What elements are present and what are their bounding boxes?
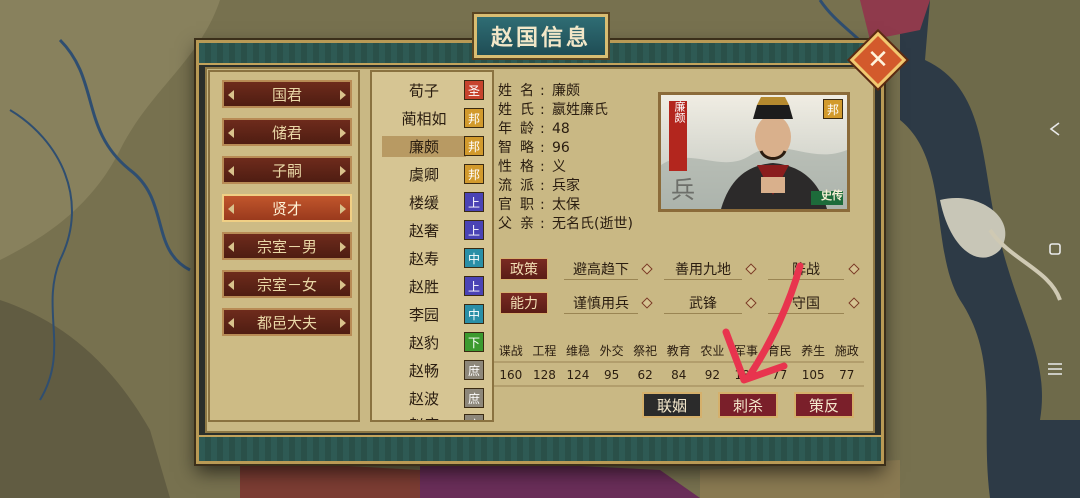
rank-badge: 下	[464, 332, 484, 352]
info-row-name: 姓名: 廉颇	[498, 83, 580, 99]
info-row-office: 官职: 太保	[498, 197, 580, 213]
stat-header: 祭祀	[633, 344, 658, 358]
person-name: 赵畅	[408, 362, 439, 380]
person-name: 楼缓	[408, 194, 439, 212]
stat-value: 62	[637, 368, 653, 382]
rank-badge: 圣	[464, 80, 484, 100]
policy-skill[interactable]: 避高趋下	[564, 258, 638, 280]
portrait-ribbon: 史传	[821, 189, 843, 202]
marriage-button[interactable]: 联姻	[642, 392, 702, 418]
info-row-age: 年龄: 48	[498, 121, 570, 137]
person-info: 姓名: 廉颇 姓氏: 嬴姓廉氏 年龄: 48 智略: 96 性格: 义 流派: 兵家 官职:…	[498, 80, 658, 232]
stat-value: 77	[839, 368, 855, 382]
stat-header: 谍战	[498, 344, 523, 358]
rank-badge: 庶	[464, 388, 484, 408]
dialog-title: 赵国信息	[474, 14, 608, 58]
ability-label: 能力	[500, 292, 548, 314]
stat-header: 维稳	[565, 344, 590, 358]
person-name: 蔺相如	[401, 110, 447, 128]
stat-header: 施政	[834, 344, 859, 358]
stat-header: 工程	[532, 344, 557, 358]
person-name: 赵波	[408, 390, 439, 408]
close-icon: ✕	[867, 45, 889, 75]
system-navigation-bar	[1030, 0, 1080, 498]
info-row-personality: 性格: 义	[498, 159, 566, 175]
rank-badge: 上	[464, 276, 484, 296]
recent-apps-icon[interactable]	[1040, 354, 1070, 384]
person-name: 赵豹	[408, 334, 439, 352]
ability-skill[interactable]: 谨慎用兵	[564, 292, 638, 314]
back-icon[interactable]	[1040, 114, 1070, 144]
rank-badge: 邦	[464, 164, 484, 184]
info-row-clan: 姓氏: 嬴姓廉氏	[498, 102, 608, 118]
category-royal-male[interactable]: 宗室－男	[222, 232, 352, 260]
info-row-school: 流派: 兵家	[498, 178, 580, 194]
info-value: 嬴姓廉氏	[552, 102, 608, 118]
portrait-rank-badge: 邦	[823, 99, 843, 119]
category-city-officials[interactable]: 都邑大夫	[222, 308, 352, 336]
incite-defection-button[interactable]: 策反	[794, 392, 854, 418]
info-value: 太保	[552, 197, 580, 213]
list-item[interactable]: 赵波 庶	[378, 386, 490, 410]
category-royal-female[interactable]: 宗室－女	[222, 270, 352, 298]
list-item[interactable]: 楼缓 上	[378, 190, 490, 214]
stat-value: 128	[532, 368, 556, 382]
person-name: 李园	[408, 306, 439, 324]
list-item[interactable]: 赵畅 庶	[378, 358, 490, 382]
person-name: 廉颇	[382, 136, 466, 157]
info-value: 96	[552, 140, 570, 156]
list-item[interactable]: 赵寿 中	[378, 246, 490, 270]
policy-label: 政策	[500, 258, 548, 280]
rank-badge: 邦	[464, 136, 484, 156]
home-icon[interactable]	[1040, 234, 1070, 264]
list-item[interactable]: 赵胜 上	[378, 274, 490, 298]
list-item[interactable]: 李园 中	[378, 302, 490, 326]
person-name: 赵胜	[408, 278, 439, 296]
info-value: 48	[552, 121, 570, 137]
category-heir[interactable]: 储君	[222, 118, 352, 146]
category-ruler[interactable]: 国君	[222, 80, 352, 108]
list-item[interactable]: 赵豹 下	[378, 330, 490, 354]
info-value: 兵家	[552, 178, 580, 194]
stat-value: 160	[499, 368, 523, 382]
portrait-corner-char: 兵	[671, 176, 695, 204]
info-row-intellect: 智略: 96	[498, 140, 570, 156]
list-item[interactable]: 虞卿 邦	[378, 162, 490, 186]
stat-header: 外交	[599, 344, 624, 358]
dialog-bottom-band	[199, 435, 881, 461]
info-value: 义	[552, 159, 566, 175]
stat-value: 84	[671, 368, 687, 382]
rank-badge: 中	[464, 304, 484, 324]
person-name: 虞卿	[408, 166, 439, 184]
rank-badge: 上	[464, 220, 484, 240]
person-name: 荀子	[408, 82, 439, 100]
info-value: 廉颇	[552, 83, 580, 99]
list-item[interactable]: 赵奢 上	[378, 218, 490, 242]
stat-value: 95	[603, 368, 620, 382]
category-children[interactable]: 子嗣	[222, 156, 352, 184]
list-item-selected[interactable]: 廉颇 邦	[378, 134, 490, 158]
info-value: 无名氏(逝世)	[552, 216, 633, 232]
rank-badge: 邦	[464, 108, 484, 128]
list-item[interactable]: 赵庶 庶	[378, 412, 490, 420]
rank-badge: 中	[464, 248, 484, 268]
stat-value: 124	[566, 368, 590, 382]
stat-header: 教育	[666, 344, 691, 358]
category-talents[interactable]: 贤才	[222, 194, 352, 222]
list-item[interactable]: 荀子 圣	[378, 78, 490, 102]
red-arrow-annotation	[722, 262, 804, 384]
list-item[interactable]: 蔺相如 邦	[378, 106, 490, 130]
talent-list: 荀子 圣 蔺相如 邦 廉颇 邦 虞卿 邦 楼缓 上 赵奢 上 赵寿 中 赵胜 上…	[370, 70, 494, 422]
character-portrait: 廉颇 邦 兵 史传	[658, 92, 850, 212]
person-name: 赵奢	[408, 222, 439, 240]
rank-badge: 庶	[464, 360, 484, 380]
rank-badge: 庶	[464, 414, 484, 420]
portrait-side-name: 廉颇	[673, 101, 686, 123]
person-name: 赵庶	[382, 414, 466, 420]
rank-badge: 上	[464, 192, 484, 212]
info-row-father: 父亲: 无名氏(逝世)	[498, 216, 633, 232]
category-menu: 国君 储君 子嗣 贤才 宗室－男 宗室－女 都邑大夫	[208, 70, 360, 422]
assassinate-button[interactable]: 刺杀	[718, 392, 778, 418]
person-name: 赵寿	[408, 250, 439, 268]
